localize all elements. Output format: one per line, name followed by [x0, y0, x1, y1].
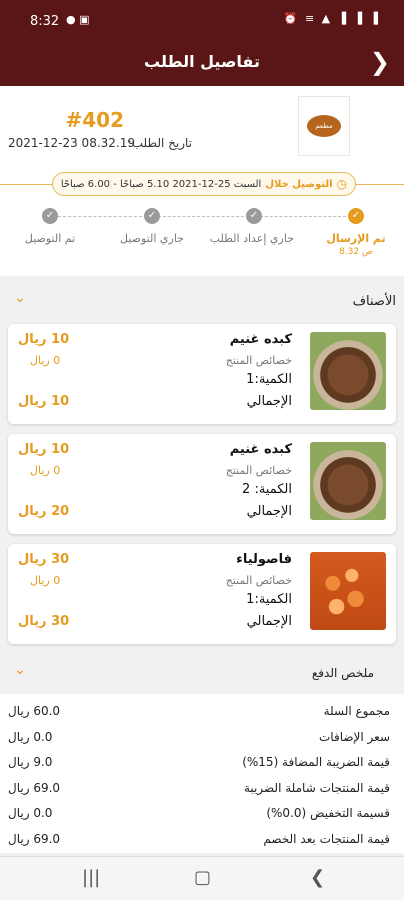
- order-header: مطعم #402 تاريخ الطلب: 2021-12-23 08.32.…: [0, 86, 404, 276]
- items-section-title: الأصناف: [352, 294, 396, 309]
- page-title: تفاصيل الطلب: [144, 52, 260, 71]
- check-icon: ✓: [348, 208, 364, 224]
- item-price: 30 ريال: [18, 552, 70, 567]
- summary-label: قيمة المنتجات شاملة الضريبة: [244, 780, 390, 795]
- item-image: [310, 332, 386, 410]
- summary-row: قسيمة التخفيض (0.0%) 0.0 ريال: [8, 802, 396, 828]
- chevron-down-icon[interactable]: ⌄: [14, 290, 26, 306]
- chevron-down-icon[interactable]: ⌄: [14, 662, 26, 678]
- check-icon: ✓: [42, 208, 58, 224]
- summary-value: 60.0 ريال: [8, 704, 61, 718]
- summary-value: 9.0 ريال: [8, 755, 53, 769]
- summary-section-title: ملخص الدفع: [311, 666, 374, 680]
- item-image: [310, 552, 386, 630]
- item-total-label: الإجمالي: [246, 394, 292, 409]
- payment-summary: مجموع السلة 60.0 ريال سعر الإضافات 0.0 ر…: [0, 694, 404, 853]
- item-total: 30 ريال: [18, 614, 70, 629]
- item-price: 10 ريال: [18, 332, 70, 347]
- clock-icon: ◷: [336, 177, 347, 191]
- item-props-label: خصائص المنتج: [225, 464, 292, 477]
- summary-label: سعر الإضافات: [319, 729, 390, 744]
- summary-value: 69.0 ريال: [8, 831, 61, 846]
- notification-icons: ● ▣: [66, 13, 90, 26]
- scroll-content[interactable]: مطعم #402 تاريخ الطلب: 2021-12-23 08.32.…: [0, 86, 404, 856]
- items-list: كبده غنيم 10 ريال خصائص المنتج 0 ريال ال…: [0, 324, 404, 644]
- item-image: [310, 442, 386, 520]
- step-delivered: ✓ تم التوصيل: [10, 208, 90, 245]
- summary-section-header[interactable]: ملخص الدفع ⌄: [0, 654, 404, 694]
- item-quantity: الكمية: 2: [242, 482, 292, 497]
- summary-value: 69.0 ريال: [8, 780, 61, 795]
- summary-label: قيمة المنتجات بعد الخصم: [263, 831, 390, 846]
- summary-row: قيمة المنتجات بعد الخصم 69.0 ريال: [8, 828, 396, 854]
- restaurant-logo: مطعم: [298, 96, 350, 156]
- order-date-label: تاريخ الطلب:: [127, 136, 192, 150]
- summary-value: 0.0 ريال: [8, 806, 53, 820]
- status-time: 8:32: [30, 14, 60, 29]
- summary-row: قيمة المنتجات شاملة الضريبة 69.0 ريال: [8, 777, 396, 803]
- item-total-label: الإجمالي: [246, 614, 292, 629]
- step-label: جاري التوصيل: [120, 232, 184, 245]
- step-delivering: ✓ جاري التوصيل: [112, 208, 192, 245]
- item-total: 20 ريال: [18, 504, 70, 519]
- app-bar: تفاصيل الطلب ❯: [0, 40, 404, 86]
- system-icons: ⏰ ≡ ▲ ▐ ▐ ▐: [283, 12, 380, 25]
- step-sent: ✓ تم الإرسال 8.32 ص: [316, 208, 396, 257]
- summary-row: قيمة الضريبة المضافة (15%) 9.0 ريال: [8, 751, 396, 777]
- item-props-label: خصائص المنتج: [225, 574, 292, 587]
- item-quantity: الكمية:1: [246, 372, 292, 387]
- delivery-label: التوصيل خلال: [265, 178, 333, 190]
- item-props-price: 0 ريال: [30, 354, 61, 367]
- step-time: 8.32 ص: [339, 247, 373, 257]
- home-icon[interactable]: ▢: [194, 867, 211, 888]
- order-number: #402: [65, 108, 124, 132]
- summary-value: 0.0 ريال: [8, 729, 53, 744]
- back-arrow-icon[interactable]: ❯: [370, 48, 390, 76]
- status-bar: 8:32 ● ▣ ⏰ ≡ ▲ ▐ ▐ ▐: [0, 0, 404, 40]
- summary-label: مجموع السلة: [323, 704, 390, 718]
- item-quantity: الكمية:1: [246, 592, 292, 607]
- step-label: تم الإرسال: [326, 232, 386, 245]
- back-icon[interactable]: ❮: [310, 867, 325, 888]
- item-card[interactable]: كبده غنيم 10 ريال خصائص المنتج 0 ريال ال…: [8, 324, 396, 424]
- check-icon: ✓: [246, 208, 262, 224]
- delivery-time-pill: ◷ التوصيل خلال السبت 25-12-2021 5.10 صبا…: [52, 172, 356, 196]
- item-card[interactable]: فاصولياء 30 ريال خصائص المنتج 0 ريال الك…: [8, 544, 396, 644]
- order-progress: ✓ تم الإرسال 8.32 ص ✓ جاري إعداد الطلب ✓…: [0, 208, 404, 268]
- step-label: جاري إعداد الطلب: [209, 232, 294, 245]
- summary-label: قيمة الضريبة المضافة (15%): [242, 755, 390, 769]
- delivery-value: السبت 25-12-2021 5.10 صباحًا - 6.00 صباح…: [60, 178, 262, 190]
- item-card[interactable]: كبده غنيم 10 ريال خصائص المنتج 0 ريال ال…: [8, 434, 396, 534]
- item-name: فاصولياء: [236, 552, 292, 567]
- summary-label: قسيمة التخفيض (0.0%): [266, 806, 390, 820]
- item-props-label: خصائص المنتج: [225, 354, 292, 367]
- item-name: كبده غنيم: [229, 442, 292, 457]
- order-date-value: 2021-12-23 08.32.19: [8, 136, 135, 150]
- step-preparing: ✓ جاري إعداد الطلب: [209, 208, 294, 245]
- item-price: 10 ريال: [18, 442, 70, 457]
- check-icon: ✓: [144, 208, 160, 224]
- item-props-price: 0 ريال: [30, 574, 61, 587]
- item-total: 10 ريال: [18, 394, 70, 409]
- item-props-price: 0 ريال: [30, 464, 61, 477]
- item-name: كبده غنيم: [229, 332, 292, 347]
- item-total-label: الإجمالي: [246, 504, 292, 519]
- system-nav-bar: ||| ▢ ❮: [0, 856, 404, 900]
- items-section-header[interactable]: الأصناف ⌄: [0, 280, 404, 324]
- summary-row: مجموع السلة 60.0 ريال: [8, 700, 396, 726]
- summary-row: سعر الإضافات 0.0 ريال: [8, 726, 396, 752]
- logo-plate-icon: مطعم: [307, 115, 341, 137]
- recents-icon[interactable]: |||: [82, 867, 100, 888]
- step-label: تم التوصيل: [24, 232, 76, 245]
